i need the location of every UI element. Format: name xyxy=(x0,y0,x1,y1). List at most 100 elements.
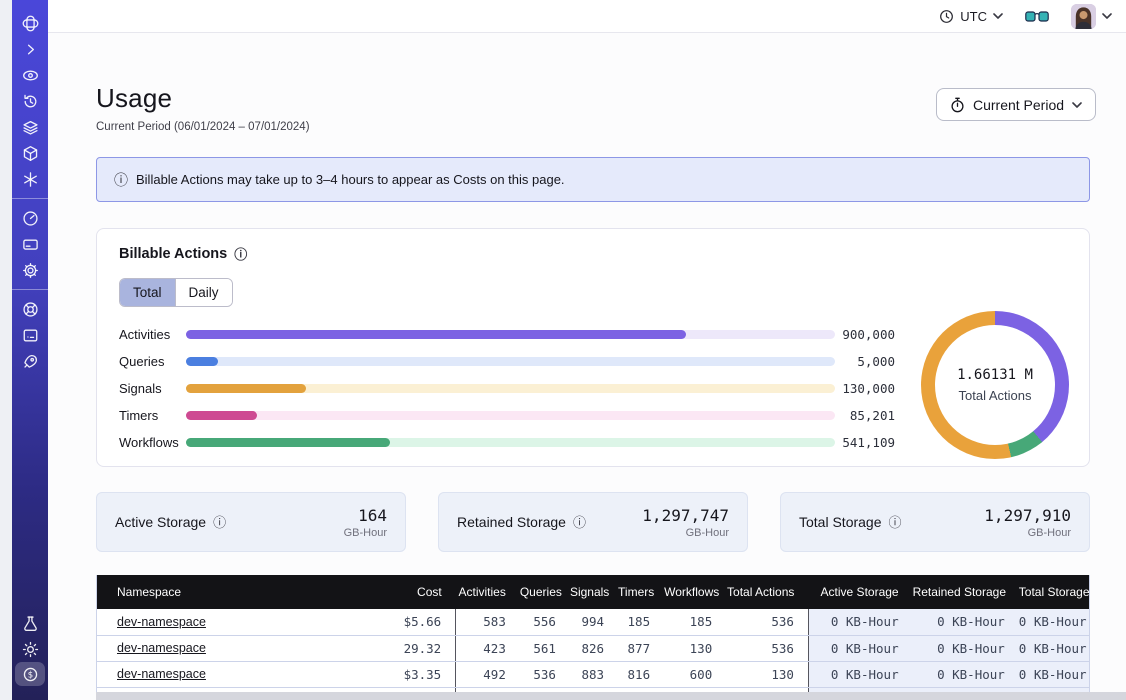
user-menu[interactable] xyxy=(1071,4,1112,29)
billable-actions-card: Billable Actions ⓘ TotalDaily Activities… xyxy=(96,228,1090,467)
clock-icon xyxy=(939,9,954,24)
column-header-active-storage: Active Storage xyxy=(808,575,912,609)
storage-card-label: Retained Storage xyxy=(457,514,566,530)
layers-icon[interactable] xyxy=(12,114,48,140)
column-header-namespace: Namespace xyxy=(97,575,392,609)
table-cell: 826 xyxy=(570,635,618,661)
asterisk-icon[interactable] xyxy=(12,166,48,192)
billable-actions-title: Billable Actions ⓘ xyxy=(119,246,247,262)
bar-track xyxy=(186,411,835,420)
table-cell: 0 KB-Hour xyxy=(1019,609,1089,635)
flask-icon[interactable] xyxy=(12,610,48,636)
total-actions-donut: 1.66131 M Total Actions xyxy=(921,311,1069,459)
table-cell: 0 KB-Hour xyxy=(808,661,912,687)
eye-icon[interactable] xyxy=(12,62,48,88)
bar-value: 900,000 xyxy=(835,327,895,342)
storage-card-active-storage: Active Storageⓘ164GB-Hour xyxy=(96,492,406,552)
table-cell: 0 KB-Hour xyxy=(913,661,1019,687)
table-cell: 492 xyxy=(456,661,520,687)
bar-fill xyxy=(186,411,257,420)
namespace-cell: dev-namespace xyxy=(97,609,392,635)
column-header-activities: Activities xyxy=(456,575,520,609)
namespace-link[interactable]: dev-namespace xyxy=(117,641,206,655)
column-header-workflows: Workflows xyxy=(664,575,726,609)
temporal-logo-icon[interactable] xyxy=(12,10,48,36)
bar-track xyxy=(186,330,835,339)
namespace-usage-table: NamespaceCostActivitiesQueriesSignalsTim… xyxy=(96,575,1090,694)
namespace-cell: dev-namespace xyxy=(97,635,392,661)
page-title: Usage xyxy=(96,83,310,114)
chevron-down-icon xyxy=(993,13,1003,19)
bar-label: Signals xyxy=(119,381,186,396)
gauge-icon[interactable] xyxy=(12,205,48,231)
lifebuoy-icon[interactable] xyxy=(12,296,48,322)
donut-total-label: Total Actions xyxy=(959,388,1032,403)
table-cell: 877 xyxy=(618,635,664,661)
table-cell: 130 xyxy=(726,661,808,687)
page-header: Usage Current Period (06/01/2024 – 07/01… xyxy=(96,83,310,133)
chevron-down-icon xyxy=(1102,13,1112,19)
table-cell: 536 xyxy=(726,609,808,635)
clock-rotate-icon[interactable] xyxy=(12,88,48,114)
bar-label: Workflows xyxy=(119,435,186,450)
bar-label: Activities xyxy=(119,327,186,342)
banner-text: Billable Actions may take up to 3–4 hour… xyxy=(136,172,565,187)
bar-fill xyxy=(186,384,306,393)
dollar-coin-icon[interactable]: $ xyxy=(15,662,45,686)
glasses-icon[interactable] xyxy=(1025,10,1049,23)
table-row: dev-namespace$5.665835569941851855360 KB… xyxy=(97,609,1089,635)
rocket-icon[interactable] xyxy=(12,348,48,374)
credit-card-icon[interactable] xyxy=(12,231,48,257)
donut-center: 1.66131 M Total Actions xyxy=(921,311,1069,459)
table-cell: 883 xyxy=(570,661,618,687)
table-cell: 536 xyxy=(520,661,570,687)
bar-label: Queries xyxy=(119,354,186,369)
namespace-link[interactable]: dev-namespace xyxy=(117,667,206,681)
table-cell: 29.32 xyxy=(392,635,456,661)
bar-value: 541,109 xyxy=(835,435,895,450)
stopwatch-icon xyxy=(950,97,965,113)
console-icon[interactable] xyxy=(12,322,48,348)
current-period-label: Current Period xyxy=(973,97,1064,113)
sidebar: $ xyxy=(12,0,48,700)
bar-track xyxy=(186,357,835,366)
bar-track xyxy=(186,438,835,447)
storage-card-value: 164 xyxy=(358,506,387,525)
column-header-signals: Signals xyxy=(570,575,618,609)
table-cell: 816 xyxy=(618,661,664,687)
current-period-button[interactable]: Current Period xyxy=(936,88,1096,121)
storage-card-value: 1,297,747 xyxy=(642,506,729,525)
chevron-right-icon[interactable] xyxy=(12,36,48,62)
table-cell: 0 KB-Hour xyxy=(1019,635,1089,661)
info-banner: ⓘ Billable Actions may take up to 3–4 ho… xyxy=(96,157,1090,202)
bar-value: 85,201 xyxy=(835,408,895,423)
table-cell: $5.66 xyxy=(392,609,456,635)
column-header-timers: Timers xyxy=(618,575,664,609)
namespace-link[interactable]: dev-namespace xyxy=(117,615,206,629)
cube-icon[interactable] xyxy=(12,140,48,166)
storage-card-label: Total Storage xyxy=(799,514,882,530)
gear-icon[interactable] xyxy=(12,257,48,283)
sun-icon[interactable] xyxy=(12,636,48,662)
info-icon: ⓘ xyxy=(234,248,247,261)
timezone-selector[interactable]: UTC xyxy=(939,9,1003,24)
bar-value: 5,000 xyxy=(835,354,895,369)
bar-label: Timers xyxy=(119,408,186,423)
bottom-edge-band xyxy=(96,692,1126,700)
total-daily-toggle: TotalDaily xyxy=(119,278,233,307)
timezone-label: UTC xyxy=(960,9,987,24)
namespace-cell: dev-namespace xyxy=(97,661,392,687)
info-icon: ⓘ xyxy=(889,516,902,529)
donut-total-value: 1.66131 M xyxy=(957,367,1033,383)
table-cell: 583 xyxy=(456,609,520,635)
tab-total[interactable]: Total xyxy=(120,279,175,306)
main-area: UTC Usage Current Period (06/01/2024 – xyxy=(48,0,1126,700)
topbar: UTC xyxy=(48,0,1126,33)
avatar xyxy=(1071,4,1096,29)
tab-daily[interactable]: Daily xyxy=(175,279,232,306)
info-icon: ⓘ xyxy=(573,516,586,529)
page-subtitle: Current Period (06/01/2024 – 07/01/2024) xyxy=(96,121,310,133)
storage-card-unit: GB-Hour xyxy=(1028,527,1071,539)
table-cell: 130 xyxy=(664,635,726,661)
storage-card-label: Active Storage xyxy=(115,514,206,530)
